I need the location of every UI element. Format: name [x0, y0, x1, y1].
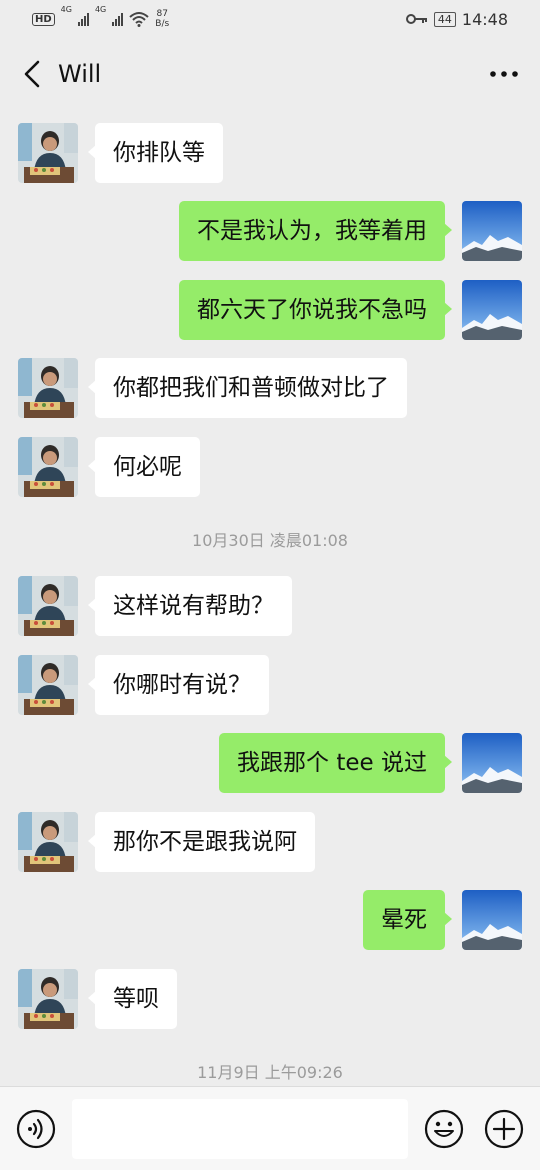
more-dots-icon [490, 71, 518, 77]
status-time: 14:48 [461, 9, 508, 29]
hd-indicator: HD [32, 12, 55, 26]
status-left: HD 4G 4G 87 B/s [32, 5, 169, 29]
emoji-button[interactable] [424, 1109, 464, 1149]
network-type-1: 4G [60, 5, 72, 14]
plus-icon [484, 1109, 524, 1149]
message-bubble-incoming[interactable]: 那你不是跟我说阿 [88, 812, 315, 872]
message-bubble-incoming[interactable]: 何必呢 [88, 437, 200, 497]
chat-title: Will [58, 60, 102, 88]
battery-icon: 44 [433, 11, 456, 27]
message-bubble-outgoing[interactable]: 都六天了你说我不急吗 [179, 280, 452, 340]
title-bar: Will [0, 38, 540, 110]
avatar-self[interactable] [462, 280, 522, 340]
avatar-contact[interactable] [18, 123, 78, 183]
input-bar [0, 1086, 540, 1170]
wifi-icon [129, 12, 149, 27]
signal-icon-2 [112, 12, 124, 26]
avatar-self[interactable] [462, 201, 522, 261]
more-button[interactable] [484, 54, 524, 94]
avatar-self[interactable] [462, 890, 522, 950]
status-bar: HD 4G 4G 87 B/s 44 14:48 [0, 0, 540, 38]
message-bubble-incoming[interactable]: 你都把我们和普顿做对比了 [88, 358, 407, 418]
message-bubble-incoming[interactable]: 你排队等 [88, 123, 223, 183]
status-right: 44 14:48 [405, 9, 508, 29]
message-bubble-outgoing[interactable]: 晕死 [363, 890, 452, 950]
plus-button[interactable] [484, 1109, 524, 1149]
message-bubble-incoming[interactable]: 你哪时有说？ [88, 655, 269, 715]
key-icon [405, 14, 427, 24]
message-bubble-outgoing[interactable]: 我跟那个 tee 说过 [219, 733, 452, 793]
avatar-contact[interactable] [18, 576, 78, 636]
back-button[interactable] [16, 54, 48, 94]
avatar-contact[interactable] [18, 437, 78, 497]
voice-icon [16, 1109, 56, 1149]
net-speed: 87 B/s [155, 9, 169, 29]
message-bubble-incoming[interactable]: 这样说有帮助？ [88, 576, 292, 636]
signal-icon [77, 12, 89, 26]
net-speed-value: 87 [156, 9, 168, 19]
avatar-contact[interactable] [18, 358, 78, 418]
avatar-contact[interactable] [18, 969, 78, 1029]
chat-timestamp: 11月9日 上午09:26 [197, 1063, 343, 1082]
avatar-self[interactable] [462, 733, 522, 793]
chat-timestamp: 10月30日 凌晨01:08 [192, 531, 348, 550]
emoji-icon [424, 1109, 464, 1149]
network-type-2: 4G [94, 5, 107, 14]
message-input[interactable] [72, 1099, 408, 1159]
avatar-contact[interactable] [18, 655, 78, 715]
message-bubble-outgoing[interactable]: 不是我认为，我等着用 [179, 201, 452, 261]
net-speed-unit: B/s [155, 19, 170, 29]
avatar-contact[interactable] [18, 812, 78, 872]
chevron-left-icon [24, 60, 40, 88]
message-bubble-incoming[interactable]: 等呗 [88, 969, 177, 1029]
voice-button[interactable] [16, 1109, 56, 1149]
